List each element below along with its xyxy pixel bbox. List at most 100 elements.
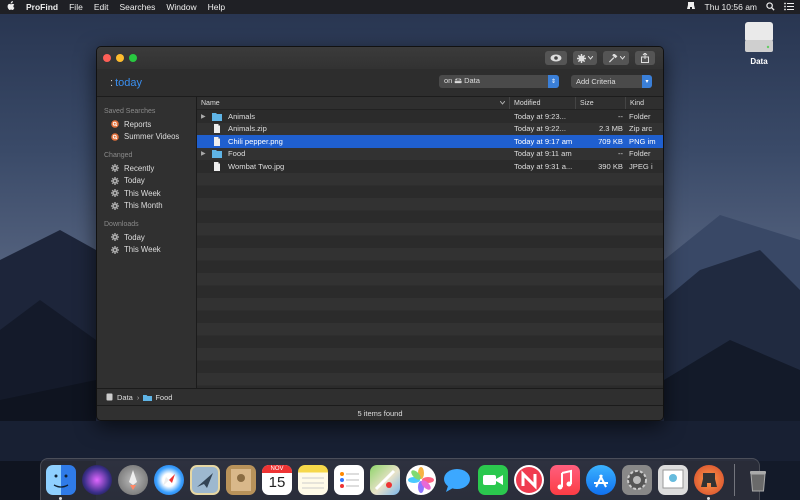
menu-window[interactable]: Window — [166, 2, 196, 12]
table-row[interactable]: ▶ Animals Today at 9:23... -- Folder — [197, 110, 663, 123]
table-row[interactable]: ▶ Food Today at 9:11 am -- Folder — [197, 147, 663, 160]
cell-modified: Today at 9:11 am — [514, 149, 572, 159]
sidebar-item-today[interactable]: Today — [97, 175, 196, 188]
file-icon — [214, 124, 220, 134]
apple-menu-icon[interactable] — [6, 1, 15, 13]
menu-help[interactable]: Help — [208, 2, 225, 12]
finder-icon[interactable] — [46, 464, 76, 500]
path-chevron-icon: › — [136, 392, 140, 402]
gear-icon — [111, 201, 119, 210]
cell-size: -- — [617, 149, 623, 159]
gear-icon — [111, 176, 119, 185]
action-menu-button[interactable] — [573, 51, 597, 65]
minimize-button[interactable] — [116, 54, 124, 62]
saved-search-icon — [111, 132, 119, 141]
sidebar-item-recently[interactable]: Recently — [97, 162, 196, 175]
zoom-button[interactable] — [129, 54, 137, 62]
search-query[interactable]: : today — [110, 77, 142, 89]
file-name: Food — [228, 149, 246, 159]
search-bar: : today on 🖴 Data ⇕ Add Criteria ▾ — [97, 69, 663, 97]
music-icon[interactable] — [550, 464, 580, 495]
table-row[interactable]: Wombat Two.jpg Today at 9:31 a... 390 KB JP… — [197, 160, 663, 173]
menu-file[interactable]: File — [69, 2, 83, 12]
column-header-kind[interactable]: Kind — [626, 97, 662, 109]
path-item-data[interactable]: Data — [117, 393, 133, 402]
cell-kind: Folder — [629, 149, 651, 159]
sort-chevron-icon — [500, 101, 505, 105]
column-header-name[interactable]: Name — [197, 97, 510, 109]
chevron-down-icon — [588, 56, 593, 60]
hard-drive-icon — [743, 20, 775, 54]
sidebar-item-label: Reports — [124, 119, 152, 129]
maps-icon[interactable] — [370, 464, 400, 495]
gear-icon — [577, 53, 586, 63]
cell-modified: Today at 9:22... — [514, 124, 566, 134]
quick-look-button[interactable] — [545, 51, 567, 65]
sidebar-item-downloads-this-week[interactable]: This Week — [97, 244, 196, 257]
sidebar: Saved Searches Reports Summer Videos Cha… — [97, 97, 197, 388]
menu-edit[interactable]: Edit — [94, 2, 109, 12]
launchpad-icon[interactable] — [118, 464, 148, 495]
calendar-day: 15 — [268, 473, 286, 491]
calendar-icon[interactable]: NOV 15 — [262, 464, 292, 495]
sidebar-item-summer-videos[interactable]: Summer Videos — [97, 131, 196, 144]
cell-name: ▶ Food — [197, 149, 510, 159]
sidebar-item-downloads-today[interactable]: Today — [97, 231, 196, 244]
cell-kind: PNG im — [629, 136, 656, 146]
gear-icon — [111, 233, 119, 242]
profind-icon[interactable] — [694, 464, 724, 500]
disclosure-triangle-icon[interactable]: ▶ — [201, 150, 209, 157]
dock-separator — [734, 463, 735, 496]
sidebar-item-label: This Month — [124, 201, 163, 211]
table-row[interactable]: Animals.zip Today at 9:22... 2.3 MB Zip arc — [197, 122, 663, 135]
app-store-icon[interactable] — [586, 464, 616, 495]
share-icon — [641, 53, 649, 63]
tools-menu-button[interactable] — [603, 51, 629, 65]
spotlight-icon[interactable] — [766, 1, 775, 13]
column-label: Name — [201, 99, 220, 107]
mail-icon[interactable] — [190, 464, 220, 495]
search-scope-popup[interactable]: on 🖴 Data ⇕ — [439, 75, 559, 88]
sidebar-item-reports[interactable]: Reports — [97, 118, 196, 131]
cell-kind: Zip arc — [629, 124, 653, 134]
table-row[interactable]: Chili pepper.png Today at 9:17 am 709 KB PN… — [197, 135, 663, 148]
add-criteria-popup[interactable]: Add Criteria ▾ — [571, 75, 652, 88]
close-button[interactable] — [103, 54, 111, 62]
notes-icon[interactable] — [298, 464, 328, 495]
column-header-size[interactable]: Size — [576, 97, 626, 109]
system-preferences-icon[interactable] — [622, 464, 652, 495]
news-icon[interactable] — [514, 464, 544, 495]
sidebar-item-this-week[interactable]: This Week — [97, 187, 196, 200]
profind-menu-extra-icon[interactable] — [686, 1, 696, 13]
disclosure-triangle-icon[interactable]: ▶ — [201, 113, 209, 120]
photos-icon[interactable] — [406, 464, 436, 495]
share-button[interactable] — [635, 51, 655, 65]
safari-icon[interactable] — [154, 464, 184, 495]
menu-clock[interactable]: Thu 10:56 am — [705, 2, 757, 12]
preview-icon[interactable] — [658, 464, 688, 495]
title-bar — [97, 47, 663, 69]
menu-app-name[interactable]: ProFind — [26, 2, 58, 12]
results-table[interactable]: Name Modified Size Kind ▶ Animals Today at… — [197, 97, 663, 388]
gear-icon — [111, 189, 119, 198]
desktop-drive[interactable]: Data — [740, 20, 778, 66]
messages-icon[interactable] — [442, 465, 472, 495]
cell-kind: Folder — [629, 111, 651, 121]
add-criteria-label: Add Criteria — [576, 77, 616, 86]
hammer-icon — [608, 53, 617, 63]
profind-window: : today on 🖴 Data ⇕ Add Criteria ▾ Saved … — [96, 46, 664, 421]
file-icon — [214, 136, 220, 146]
sidebar-item-label: Recently — [124, 163, 155, 173]
query-prefix: : — [110, 76, 114, 89]
siri-icon[interactable] — [82, 464, 112, 495]
trash-icon[interactable] — [743, 465, 773, 495]
path-item-food[interactable]: Food — [155, 393, 172, 402]
menu-searches[interactable]: Searches — [119, 2, 155, 12]
column-header-modified[interactable]: Modified — [510, 97, 576, 109]
reminders-icon[interactable] — [334, 464, 364, 495]
sidebar-item-this-month[interactable]: This Month — [97, 200, 196, 213]
facetime-icon[interactable] — [478, 464, 508, 495]
contacts-icon[interactable] — [226, 464, 256, 495]
eye-icon — [550, 54, 562, 62]
notification-center-icon[interactable] — [784, 2, 794, 13]
